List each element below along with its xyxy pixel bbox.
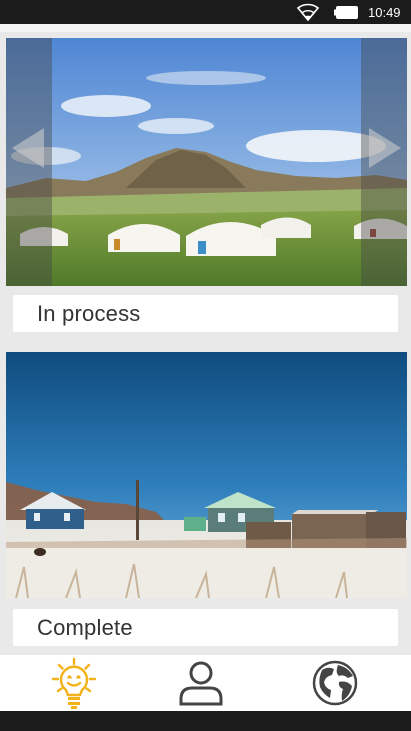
globe-icon: [312, 660, 357, 706]
person-icon: [179, 661, 222, 706]
system-navigation-bar: [0, 711, 411, 731]
list-top-edge: [0, 24, 411, 32]
steppe-gers-photo: [6, 38, 407, 286]
chevron-right-icon: [369, 128, 401, 168]
chevron-left-icon: [12, 128, 44, 168]
battery-icon: [334, 6, 358, 19]
status-label-box: In process: [13, 295, 398, 332]
status-label: Complete: [37, 615, 133, 640]
nav-tab-profile[interactable]: [132, 655, 269, 711]
winter-village-photo: [6, 352, 407, 598]
bottom-navigation: [0, 655, 411, 711]
status-label-box: Complete: [13, 609, 398, 646]
status-label: In process: [37, 301, 141, 326]
carousel-next-button[interactable]: [361, 38, 407, 286]
nav-tab-world[interactable]: [266, 655, 403, 711]
status-bar: 10:49: [0, 0, 411, 24]
project-card-photo[interactable]: [6, 38, 407, 286]
clock-time: 10:49: [368, 5, 401, 20]
wifi-icon: [296, 3, 320, 21]
nav-tab-ideas[interactable]: [5, 655, 142, 711]
lightbulb-icon: [51, 657, 96, 709]
project-card-photo[interactable]: [6, 352, 407, 598]
carousel-prev-button[interactable]: [6, 38, 52, 286]
